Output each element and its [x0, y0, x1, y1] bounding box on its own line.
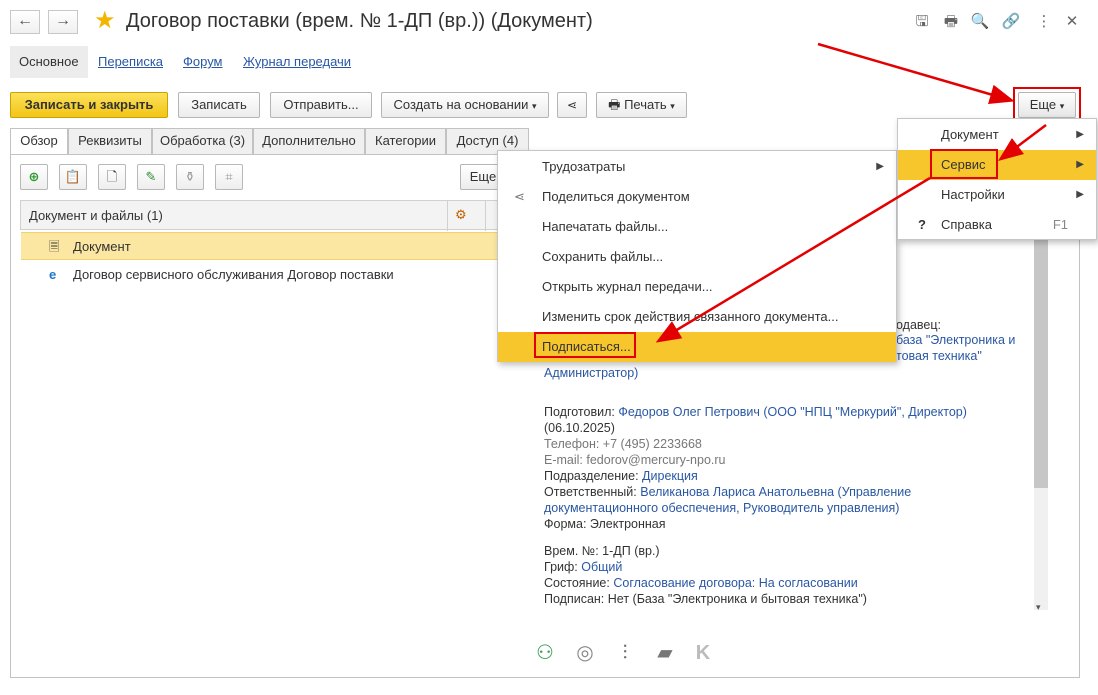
arrow-to-more: [817, 42, 1015, 104]
arrow-to-service: [998, 124, 1047, 161]
annotation-arrows: [655, 42, 1047, 343]
arrow-to-subscribe: [655, 176, 931, 343]
